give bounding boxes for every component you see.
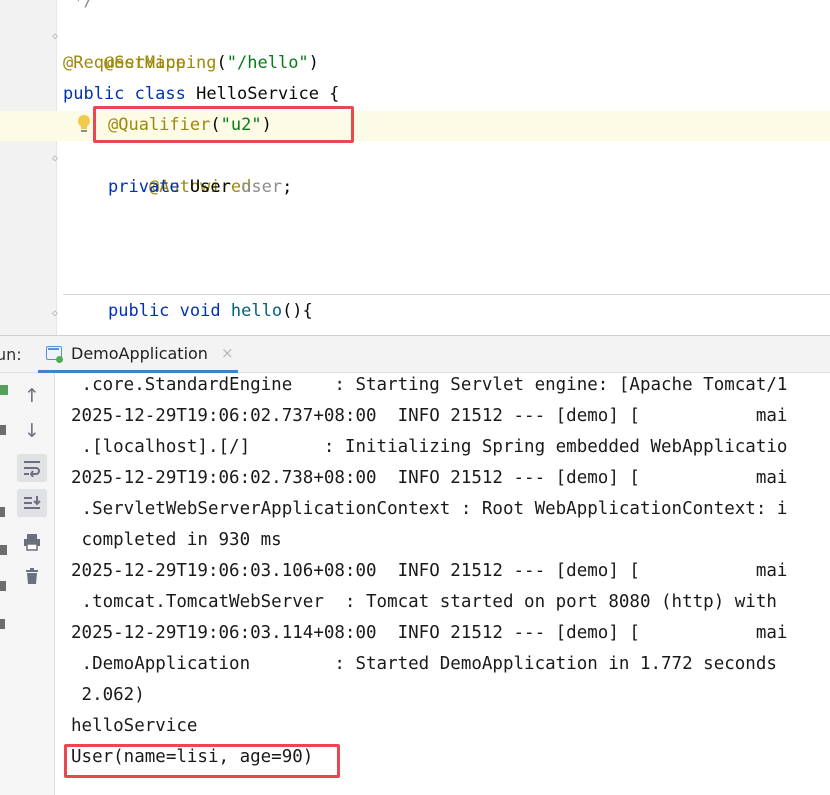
console-line: .DemoApplication : Started DemoApplicati…	[71, 654, 777, 674]
code-line-request-mapping: @RequestMapping("/hello")	[63, 48, 319, 79]
keyword-void: void	[179, 301, 221, 321]
keyword-class: class	[134, 84, 186, 104]
keyword-public: public	[108, 301, 170, 321]
scroll-to-end-icon[interactable]	[17, 489, 47, 517]
tab-title: DemoApplication	[71, 344, 208, 363]
console-line: .[localhost].[/] : Initializing Spring e…	[71, 437, 788, 457]
console-line: 2025-12-29T19:06:02.738+08:00 INFO 21512…	[71, 468, 788, 488]
debug-icon[interactable]	[0, 425, 6, 435]
run-label: un:	[0, 345, 22, 364]
console-line: .ServletWebServerApplicationContext : Ro…	[71, 499, 788, 519]
method-signature: (){	[282, 301, 313, 321]
pin-icon[interactable]	[0, 619, 5, 629]
console-line: helloService	[71, 716, 198, 736]
console-line: completed in 930 ms	[71, 530, 282, 550]
run-toolwindow-header: un: DemoApplication ×	[0, 335, 830, 373]
settings-icon[interactable]	[0, 581, 6, 591]
code-editor[interactable]: ◇ ◇ ◇ */ @Service @RequestMapping("/hell…	[0, 0, 830, 335]
running-indicator-icon	[56, 356, 63, 363]
trash-icon[interactable]	[17, 562, 47, 590]
console-toolbar: ↑ ↓	[12, 373, 55, 795]
console-line: 2.062)	[71, 685, 145, 705]
request-mapping-annotation: @RequestMapping	[63, 53, 217, 73]
keyword-private: private	[108, 177, 180, 197]
user-output-highlight-box	[64, 744, 340, 778]
print-icon[interactable]	[17, 528, 47, 556]
fold-marker-icon[interactable]: ◇	[49, 153, 61, 165]
fold-marker-icon[interactable]: ◇	[49, 308, 61, 320]
paren-open: (	[216, 53, 227, 73]
method-name: hello	[230, 301, 283, 321]
rerun-icon[interactable]	[0, 385, 8, 395]
lightbulb-icon[interactable]	[76, 114, 92, 134]
request-mapping-value: "/hello"	[226, 53, 309, 73]
code-line-comment: */	[63, 0, 94, 11]
scroll-up-icon[interactable]: ↑	[17, 382, 47, 410]
scroll-down-icon[interactable]: ↓	[17, 417, 47, 445]
tab-demo-application[interactable]: DemoApplication ×	[38, 336, 238, 373]
editor-gutter	[0, 0, 57, 335]
class-name: HelloService {	[196, 84, 340, 104]
semicolon: ;	[282, 177, 293, 197]
console-line: .core.StandardEngine : Starting Servlet …	[71, 375, 788, 395]
console-line: .tomcat.TomcatWebServer : Tomcat started…	[71, 592, 777, 612]
paren-close: )	[308, 53, 319, 73]
console-line: 2025-12-29T19:06:02.737+08:00 INFO 21512…	[71, 406, 788, 426]
console-line: 2025-12-29T19:06:03.106+08:00 INFO 21512…	[71, 561, 788, 581]
close-icon[interactable]: ×	[221, 344, 234, 362]
console-line: 2025-12-29T19:06:03.114+08:00 INFO 21512…	[71, 623, 788, 643]
fold-marker-icon[interactable]: ◇	[49, 31, 61, 43]
console-output[interactable]: .core.StandardEngine : Starting Servlet …	[55, 373, 830, 795]
field-name: user	[241, 177, 283, 197]
code-line-field: private User user;	[108, 172, 292, 203]
field-type: User	[189, 177, 231, 197]
outer-toolbar-strip	[0, 373, 12, 795]
restore-layout-icon[interactable]	[0, 545, 7, 555]
soft-wrap-icon[interactable]	[17, 454, 47, 482]
stop-icon[interactable]	[0, 507, 5, 517]
code-line-method: public void hello(){	[108, 296, 313, 327]
qualifier-highlight-box	[93, 106, 354, 143]
method-separator	[63, 294, 830, 295]
keyword-public: public	[63, 84, 125, 104]
